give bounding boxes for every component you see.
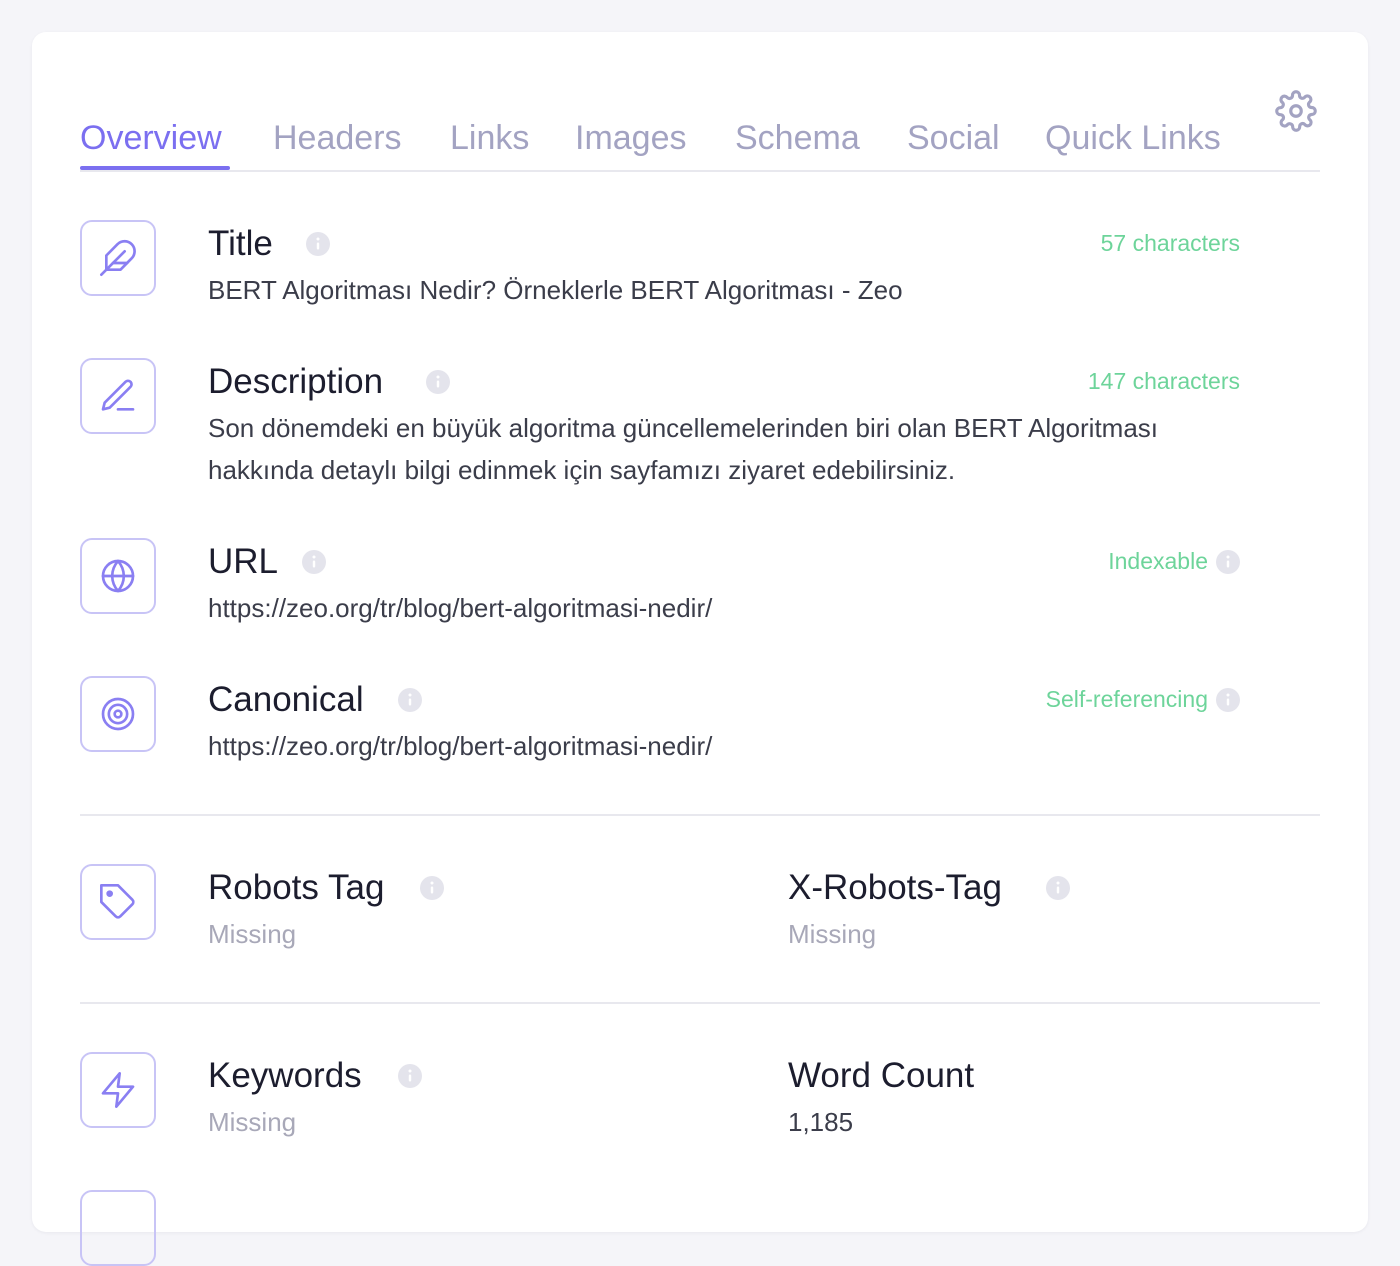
info-icon[interactable]	[1046, 876, 1070, 900]
tab-quick-links[interactable]: Quick Links	[1045, 116, 1221, 160]
title-char-count: 57 characters	[1100, 230, 1240, 256]
url-label: URL	[208, 542, 279, 581]
info-icon[interactable]	[302, 550, 326, 574]
x-robots-tag-value: Missing	[788, 919, 877, 949]
tag-icon	[80, 864, 156, 940]
target-icon	[80, 676, 156, 752]
canonical-label: Canonical	[208, 680, 364, 719]
info-icon[interactable]	[398, 688, 422, 712]
section-divider	[80, 1002, 1320, 1004]
gear-icon[interactable]	[1275, 90, 1317, 132]
info-icon[interactable]	[398, 1064, 422, 1088]
title-label: Title	[208, 224, 273, 263]
tab-links[interactable]: Links	[450, 116, 529, 160]
info-icon[interactable]	[306, 232, 330, 256]
indexable-status: Indexable	[1108, 548, 1208, 574]
info-icon[interactable]	[1216, 550, 1240, 574]
next-row-icon	[80, 1190, 156, 1266]
info-icon[interactable]	[1216, 688, 1240, 712]
canonical-status: Self-referencing	[1045, 686, 1208, 712]
globe-icon	[80, 538, 156, 614]
title-value: BERT Algoritması Nedir? Örneklerle BERT …	[208, 275, 903, 305]
seo-overview-panel: Overview Headers Links Images Schema Soc…	[32, 32, 1368, 1266]
robots-tag-label: Robots Tag	[208, 868, 385, 907]
tab-overview[interactable]: Overview	[80, 116, 222, 160]
tab-headers[interactable]: Headers	[273, 116, 402, 160]
tab-images[interactable]: Images	[575, 116, 687, 160]
tab-schema[interactable]: Schema	[735, 116, 860, 160]
info-icon[interactable]	[426, 370, 450, 394]
tab-social[interactable]: Social	[907, 116, 1000, 160]
keywords-label: Keywords	[208, 1056, 362, 1095]
word-count-label: Word Count	[788, 1056, 975, 1095]
url-value[interactable]: https://zeo.org/tr/blog/bert-algoritmasi…	[208, 587, 712, 629]
pencil-icon	[80, 358, 156, 434]
description-label: Description	[208, 362, 384, 401]
description-char-count: 147 characters	[1087, 368, 1240, 394]
keywords-value: Missing	[208, 1107, 297, 1137]
tabs-divider	[80, 170, 1320, 172]
section-divider	[80, 814, 1320, 816]
lightning-icon	[80, 1052, 156, 1128]
robots-tag-value: Missing	[208, 919, 297, 949]
feather-icon	[80, 220, 156, 296]
word-count-value: 1,185	[788, 1107, 854, 1137]
description-value: Son dönemdeki en büyük algoritma güncell…	[208, 413, 1159, 485]
x-robots-tag-label: X-Robots-Tag	[788, 868, 1002, 907]
info-icon[interactable]	[420, 876, 444, 900]
canonical-value[interactable]: https://zeo.org/tr/blog/bert-algoritmasi…	[208, 725, 712, 767]
